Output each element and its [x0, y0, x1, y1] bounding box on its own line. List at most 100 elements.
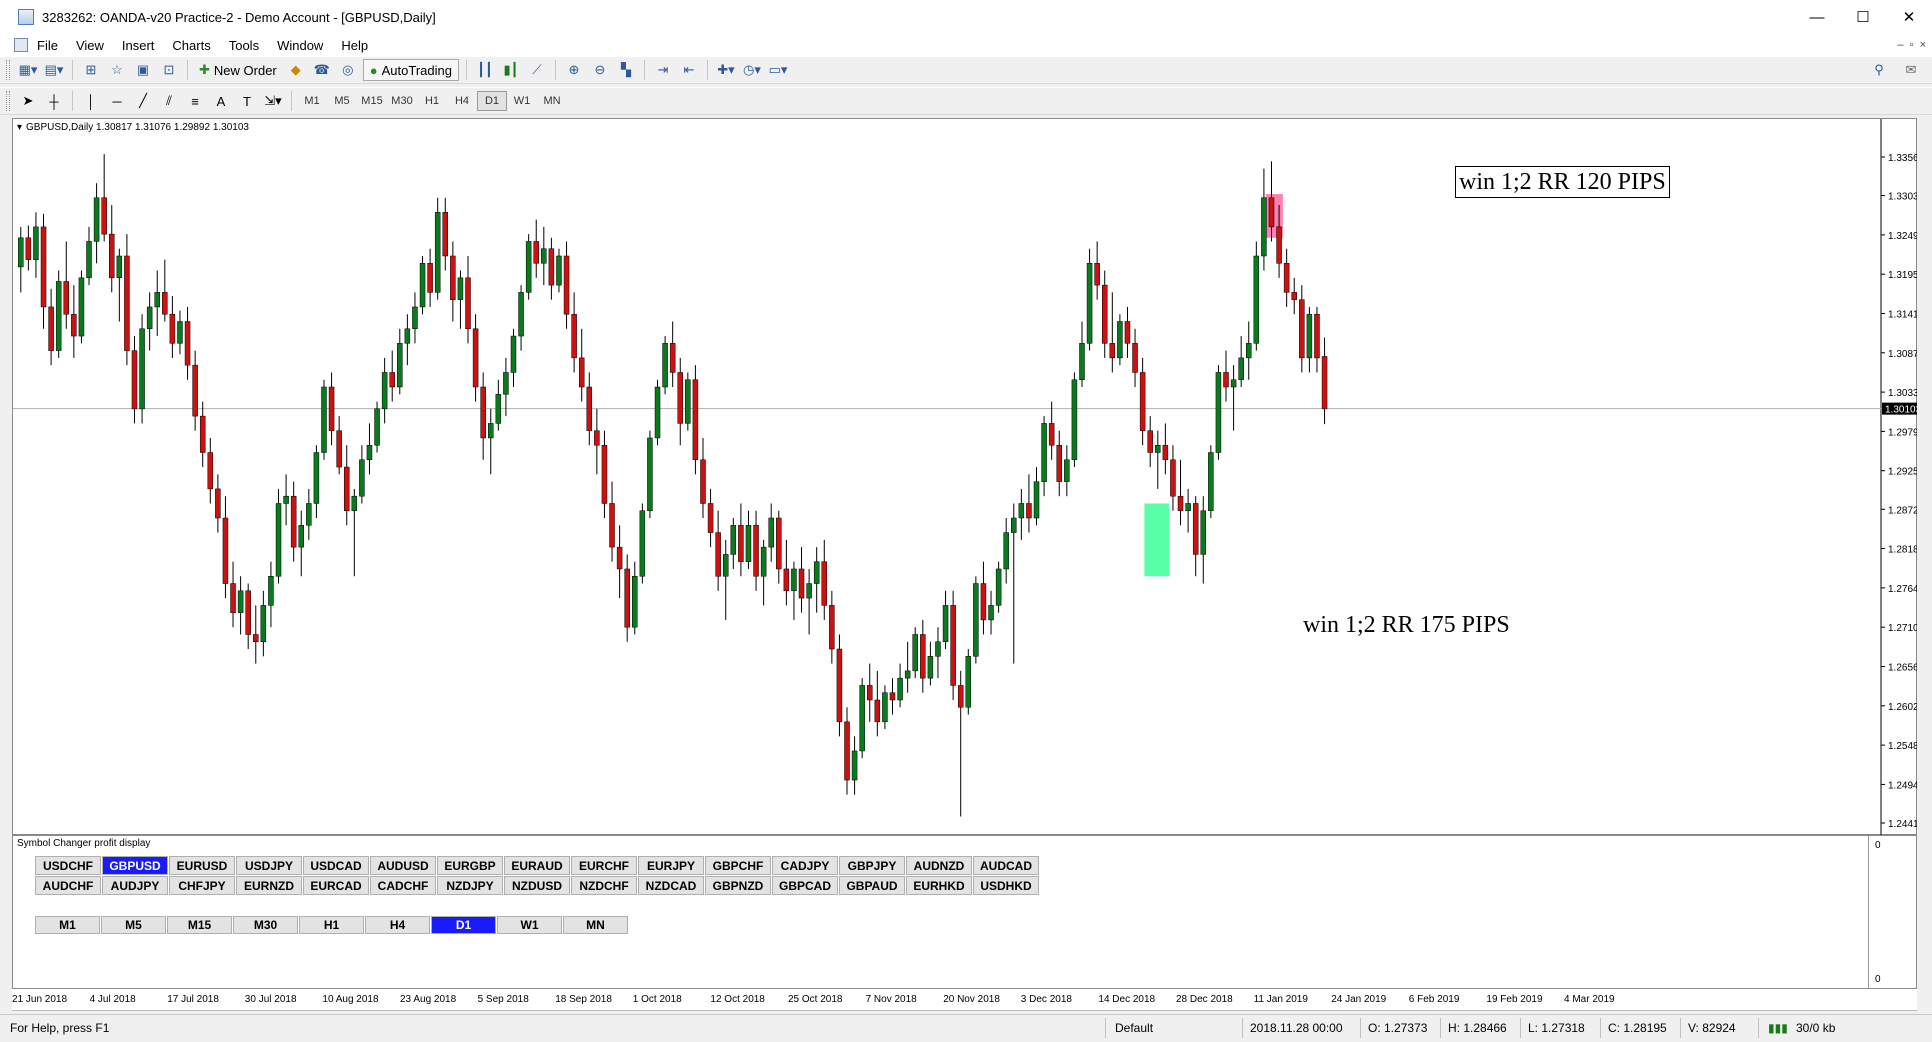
tf-mn[interactable]: MN: [537, 91, 567, 111]
data-window-icon[interactable]: ☆: [106, 59, 128, 81]
toolbar-grip[interactable]: [6, 60, 10, 80]
text-icon[interactable]: A: [210, 90, 232, 112]
panel-tf-w1[interactable]: W1: [497, 916, 562, 934]
symbol-button-nzdusd[interactable]: NZDUSD: [504, 876, 570, 895]
line-chart-icon[interactable]: ⟋: [526, 59, 548, 81]
tile-windows-icon[interactable]: ▚: [615, 59, 637, 81]
new-chart-icon[interactable]: ▦▾: [17, 59, 39, 81]
chart-dropdown-icon[interactable]: ▾: [17, 122, 22, 133]
symbol-button-gbpusd[interactable]: GBPUSD: [102, 856, 168, 875]
strategy-tester-icon[interactable]: ⊡: [158, 59, 180, 81]
symbol-button-usdcad[interactable]: USDCAD: [303, 856, 369, 875]
symbol-button-gbpnzd[interactable]: GBPNZD: [705, 876, 771, 895]
symbol-button-euraud[interactable]: EURAUD: [504, 856, 570, 875]
templates-icon[interactable]: ▭▾: [767, 59, 789, 81]
chart-shift-icon[interactable]: ⇥: [652, 59, 674, 81]
symbol-button-eurnzd[interactable]: EURNZD: [236, 876, 302, 895]
panel-tf-m30[interactable]: M30: [233, 916, 298, 934]
symbol-button-nzdcad[interactable]: NZDCAD: [638, 876, 704, 895]
tf-m1[interactable]: M1: [297, 91, 327, 111]
horizontal-line-icon[interactable]: ─: [106, 90, 128, 112]
symbol-button-gbpcad[interactable]: GBPCAD: [772, 876, 838, 895]
vertical-scrollbar[interactable]: [1917, 118, 1932, 1012]
market-icon[interactable]: ◎: [337, 59, 359, 81]
tf-w1[interactable]: W1: [507, 91, 537, 111]
chart-window[interactable]: ▾ GBPUSD,Daily 1.30817 1.31076 1.29892 1…: [12, 118, 1918, 836]
autoscroll-icon[interactable]: ⇤: [678, 59, 700, 81]
symbol-button-audusd[interactable]: AUDUSD: [370, 856, 436, 875]
panel-tf-m15[interactable]: M15: [167, 916, 232, 934]
menu-window[interactable]: Window: [268, 38, 332, 53]
symbol-button-eurhkd[interactable]: EURHKD: [906, 876, 972, 895]
tf-h4[interactable]: H4: [447, 91, 477, 111]
symbol-button-eurchf[interactable]: EURCHF: [571, 856, 637, 875]
symbol-button-eurcad[interactable]: EURCAD: [303, 876, 369, 895]
zoom-out-icon[interactable]: ⊖: [589, 59, 611, 81]
menu-view[interactable]: View: [67, 38, 113, 53]
symbol-button-usdjpy[interactable]: USDJPY: [236, 856, 302, 875]
symbol-button-usdchf[interactable]: USDCHF: [35, 856, 101, 875]
navigator-icon[interactable]: ▣: [132, 59, 154, 81]
signals-icon[interactable]: ☎: [311, 59, 333, 81]
panel-tf-m1[interactable]: M1: [35, 916, 100, 934]
menu-tools[interactable]: Tools: [220, 38, 268, 53]
symbol-button-eurjpy[interactable]: EURJPY: [638, 856, 704, 875]
vertical-line-icon[interactable]: │: [80, 90, 102, 112]
market-watch-icon[interactable]: ⊞: [80, 59, 102, 81]
symbol-button-audjpy[interactable]: AUDJPY: [102, 876, 168, 895]
symbol-button-gbpaud[interactable]: GBPAUD: [839, 876, 905, 895]
menu-help[interactable]: Help: [332, 38, 377, 53]
panel-tf-h1[interactable]: H1: [299, 916, 364, 934]
periods-icon[interactable]: ◷▾: [741, 59, 763, 81]
panel-tf-d1[interactable]: D1: [431, 916, 496, 934]
crosshair-icon[interactable]: ┼: [43, 90, 65, 112]
mdi-restore-button[interactable]: ▫: [1910, 34, 1914, 56]
symbol-button-audcad[interactable]: AUDCAD: [973, 856, 1039, 875]
symbol-button-nzdjpy[interactable]: NZDJPY: [437, 876, 503, 895]
text-label-icon[interactable]: T: [236, 90, 258, 112]
symbol-button-usdhkd[interactable]: USDHKD: [973, 876, 1039, 895]
symbol-button-eurusd[interactable]: EURUSD: [169, 856, 235, 875]
symbol-button-audnzd[interactable]: AUDNZD: [906, 856, 972, 875]
menu-charts[interactable]: Charts: [163, 38, 219, 53]
price-chart[interactable]: 1.33560 1.33030 1.32490 1.31950 1.31410 1.308…: [13, 119, 1918, 836]
autotrading-button[interactable]: ● AutoTrading: [362, 59, 459, 81]
symbol-button-cadjpy[interactable]: CADJPY: [772, 856, 838, 875]
annotation-win-120-pips[interactable]: win 1;2 RR 120 PIPS: [1455, 166, 1670, 198]
symbol-button-gbpjpy[interactable]: GBPJPY: [839, 856, 905, 875]
tf-m30[interactable]: M30: [387, 91, 417, 111]
tf-m5[interactable]: M5: [327, 91, 357, 111]
symbol-button-chfjpy[interactable]: CHFJPY: [169, 876, 235, 895]
new-order-button[interactable]: ✚ New Order: [195, 59, 281, 81]
panel-tf-m5[interactable]: M5: [101, 916, 166, 934]
arrows-icon[interactable]: ⇲▾: [262, 90, 284, 112]
metaeditor-icon[interactable]: ◆: [285, 59, 307, 81]
maximize-button[interactable]: ☐: [1840, 0, 1886, 34]
zoom-in-icon[interactable]: ⊕: [563, 59, 585, 81]
trendline-icon[interactable]: ╱: [132, 90, 154, 112]
candlestick-icon[interactable]: ▮┃: [500, 59, 522, 81]
panel-tf-h4[interactable]: H4: [365, 916, 430, 934]
symbol-button-eurgbp[interactable]: EURGBP: [437, 856, 503, 875]
cursor-icon[interactable]: ➤: [17, 90, 39, 112]
panel-tf-mn[interactable]: MN: [563, 916, 628, 934]
toolbar-grip[interactable]: [6, 91, 10, 111]
profiles-icon[interactable]: ▤▾: [43, 59, 65, 81]
close-button[interactable]: ✕: [1886, 0, 1932, 34]
chat-icon[interactable]: ✉: [1900, 59, 1922, 81]
mdi-minimize-button[interactable]: –: [1898, 34, 1904, 56]
annotation-win-175-pips[interactable]: win 1;2 RR 175 PIPS: [1303, 612, 1510, 639]
tf-m15[interactable]: M15: [357, 91, 387, 111]
menu-file[interactable]: File: [28, 38, 67, 53]
symbol-button-gbpchf[interactable]: GBPCHF: [705, 856, 771, 875]
symbol-button-audchf[interactable]: AUDCHF: [35, 876, 101, 895]
bar-chart-icon[interactable]: ┃┃: [474, 59, 496, 81]
tf-h1[interactable]: H1: [417, 91, 447, 111]
search-icon[interactable]: ⚲: [1868, 59, 1890, 81]
symbol-button-cadchf[interactable]: CADCHF: [370, 876, 436, 895]
symbol-button-nzdchf[interactable]: NZDCHF: [571, 876, 637, 895]
indicators-icon[interactable]: ✚▾: [715, 59, 737, 81]
chart-document-icon[interactable]: [14, 38, 28, 52]
mdi-close-button[interactable]: ×: [1920, 34, 1926, 56]
fibonacci-icon[interactable]: ≡: [184, 90, 206, 112]
